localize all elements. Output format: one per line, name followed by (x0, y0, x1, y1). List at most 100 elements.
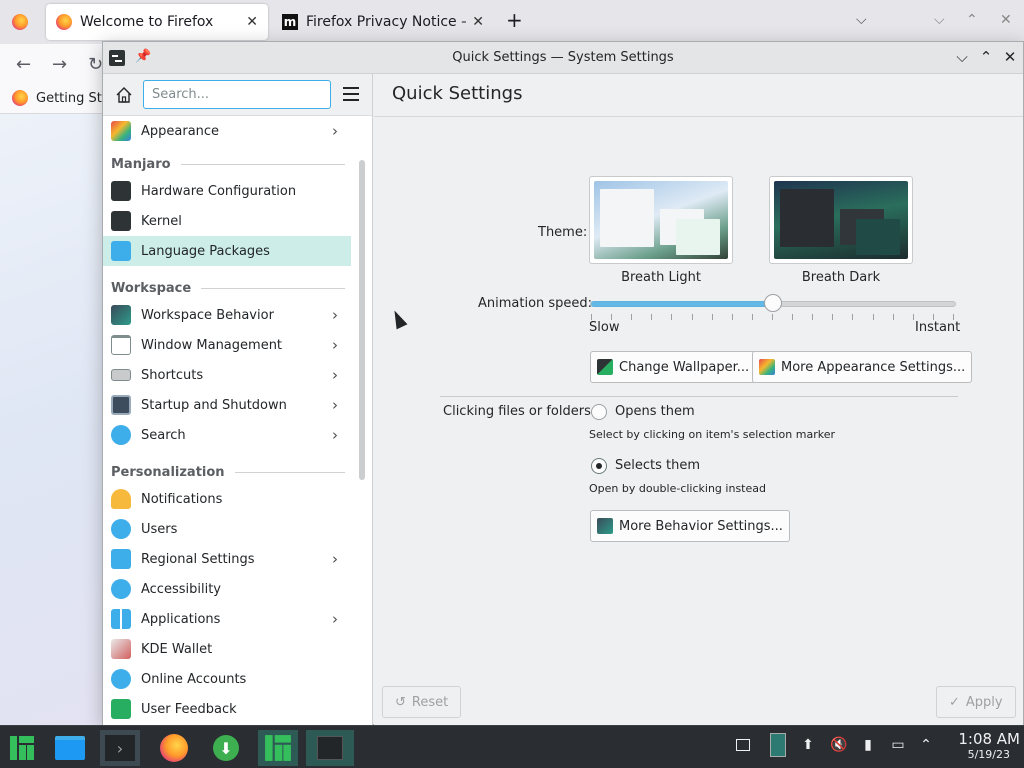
home-icon[interactable] (115, 86, 133, 104)
back-icon[interactable]: ← (16, 54, 31, 75)
slider-handle[interactable] (764, 294, 782, 312)
minimize-icon[interactable]: ⌵ (934, 12, 945, 28)
sidebar-item-label: Accessibility (141, 581, 221, 597)
search-icon (111, 425, 131, 445)
startup-icon (111, 395, 131, 415)
minimize-icon[interactable]: ⌵ (953, 48, 971, 66)
new-tab-button[interactable]: + (506, 8, 523, 32)
kernel-icon (111, 211, 131, 231)
change-wallpaper-button[interactable]: Change Wallpaper... (590, 351, 757, 383)
close-icon[interactable]: ✕ (1000, 12, 1012, 28)
more-behavior-settings-button[interactable]: More Behavior Settings... (590, 510, 790, 542)
header-divider (374, 116, 1023, 117)
maximize-icon[interactable]: ⌃ (977, 48, 995, 66)
dolphin-file-manager[interactable] (50, 730, 90, 766)
animation-speed-slider[interactable] (590, 294, 956, 320)
sidebar-item-label: Search (141, 427, 186, 443)
slider-tick (812, 314, 813, 320)
chevron-right-icon: › (332, 306, 338, 324)
system-settings-icon (317, 736, 343, 760)
more-appearance-settings-button[interactable]: More Appearance Settings... (752, 351, 973, 383)
search-input[interactable] (143, 80, 331, 109)
firefox-taskbar-item[interactable] (154, 730, 194, 766)
manjaro-logo-icon (10, 736, 34, 760)
reset-button[interactable]: ↺ Reset (382, 686, 462, 718)
theme-card-breath-light[interactable] (589, 176, 733, 264)
sidebar-item-online-accounts[interactable]: Online Accounts (103, 664, 351, 694)
tab-privacy-notice[interactable]: m Firefox Privacy Notice — M ✕ (272, 4, 494, 40)
feedback-icon (111, 699, 131, 719)
network-icon[interactable]: ▭ (890, 737, 906, 753)
sidebar-item-workspace-behavior[interactable]: Workspace Behavior › (103, 300, 351, 330)
sidebar-item-regional-settings[interactable]: Regional Settings › (103, 544, 351, 574)
selects-them-radio[interactable] (591, 458, 607, 474)
system-settings-taskbar-item[interactable] (306, 730, 354, 766)
sidebar-item-kde-wallet[interactable]: KDE Wallet (103, 634, 351, 664)
sidebar-item-shortcuts[interactable]: Shortcuts › (103, 360, 351, 390)
theme-card-breath-dark[interactable] (769, 176, 913, 264)
selects-them-hint: Open by double-clicking instead (589, 482, 766, 495)
clock-date[interactable]: 5/19/23 (950, 748, 1010, 761)
slider-max-label: Instant (915, 320, 961, 335)
close-tab-icon[interactable]: ✕ (246, 14, 258, 30)
sidebar-item-notifications[interactable]: Notifications (103, 484, 351, 514)
chevron-right-icon: › (332, 550, 338, 568)
sidebar-item-startup-and-shutdown[interactable]: Startup and Shutdown › (103, 390, 351, 420)
terminal-konsole[interactable]: › (100, 730, 140, 766)
selects-them-label[interactable]: Selects them (615, 458, 700, 473)
slider-tick (852, 314, 853, 320)
apply-button[interactable]: ✓ Apply (936, 686, 1016, 718)
show-desktop-icon[interactable] (736, 739, 750, 751)
update-icon[interactable]: ⬆ (800, 737, 816, 753)
main-content: Quick Settings Theme: Breath Light Breat… (374, 74, 1023, 726)
reload-icon[interactable]: ↻ (88, 54, 103, 75)
sidebar-item-hardware-configuration[interactable]: Hardware Configuration (103, 176, 351, 206)
sidebar-item-users[interactable]: Users (103, 514, 351, 544)
slider-min-label: Slow (589, 320, 620, 335)
sidebar-scrollbar[interactable] (359, 160, 365, 480)
section-title: Workspace (111, 280, 192, 296)
reset-icon: ↺ (395, 694, 406, 710)
chevron-up-icon[interactable]: ⌃ (918, 737, 934, 753)
tab-welcome-to-firefox[interactable]: Welcome to Firefox ✕ (46, 4, 268, 40)
sidebar-item-language-packages[interactable]: Language Packages (103, 236, 351, 266)
keyboard-icon (111, 369, 131, 381)
downloader-taskbar-item[interactable]: ⬇ (206, 730, 246, 766)
opens-them-radio[interactable] (591, 404, 607, 420)
clicking-files-label: Clicking files or folders: (443, 404, 596, 419)
button-label: Apply (965, 694, 1003, 710)
sidebar-item-accessibility[interactable]: Accessibility (103, 574, 351, 604)
forward-icon[interactable]: → (52, 54, 67, 75)
sidebar-item-user-feedback[interactable]: User Feedback (103, 694, 351, 724)
close-icon[interactable]: ✕ (1001, 48, 1019, 66)
close-tab-icon[interactable]: ✕ (472, 14, 484, 30)
firefox-menu-icon[interactable] (12, 14, 28, 30)
sidebar-item-applications[interactable]: Applications › (103, 604, 351, 634)
opens-them-label[interactable]: Opens them (615, 404, 695, 419)
manjaro-settings-taskbar-item[interactable] (258, 730, 298, 766)
bookmark-getting-started[interactable]: Getting Sta (12, 90, 110, 106)
download-icon: ⬇ (213, 735, 239, 761)
hamburger-menu-icon[interactable] (343, 87, 359, 101)
sidebar-item-search[interactable]: Search › (103, 420, 351, 450)
volume-muted-icon[interactable]: 🔇 (830, 737, 847, 753)
chevron-right-icon: › (332, 122, 338, 140)
sidebar-item-appearance[interactable]: Appearance › (103, 116, 351, 146)
theme-name-breath-dark: Breath Dark (801, 270, 881, 285)
list-tabs-icon[interactable]: ⌵ (856, 12, 867, 28)
sidebar-item-label: Online Accounts (141, 671, 247, 687)
chevron-right-icon: › (332, 610, 338, 628)
application-launcher[interactable] (2, 730, 42, 766)
sidebar-item-kernel[interactable]: Kernel (103, 206, 351, 236)
slider-tick (712, 314, 713, 320)
title-bar[interactable]: 📌 Quick Settings — System Settings ⌵ ⌃ ✕ (103, 42, 1023, 74)
language-packages-icon (111, 241, 131, 261)
pager-icon[interactable] (770, 733, 786, 757)
firefox-icon (56, 14, 72, 30)
applications-icon (111, 609, 131, 629)
maximize-icon[interactable]: ⌃ (966, 12, 978, 28)
usb-device-icon[interactable]: ▮ (860, 737, 876, 753)
sidebar-item-window-management[interactable]: Window Management › (103, 330, 351, 360)
clock-time[interactable]: 1:08 AM (950, 730, 1020, 748)
bookmark-label: Getting Sta (36, 90, 110, 106)
